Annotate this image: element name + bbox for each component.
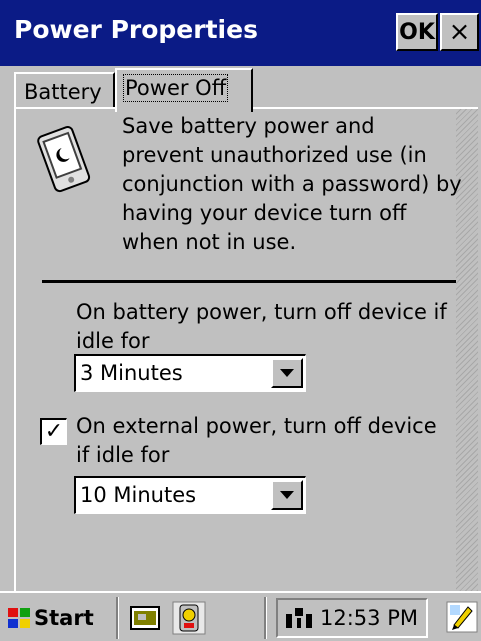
pen-input-icon[interactable] xyxy=(446,601,478,633)
power-off-description: Save battery power and prevent unauthori… xyxy=(122,114,462,254)
chevron-down-icon[interactable] xyxy=(271,480,303,510)
clock[interactable]: 12:53 PM xyxy=(320,606,418,630)
external-idle-select[interactable]: 10 Minutes xyxy=(74,476,306,514)
external-idle-label: On external power, turn off device if id… xyxy=(76,414,437,467)
start-label: Start xyxy=(34,606,94,630)
handheld-device-icon xyxy=(37,126,91,193)
tab-battery[interactable]: Battery xyxy=(14,72,115,108)
network-icon[interactable] xyxy=(284,606,314,630)
control-panel-icon[interactable] xyxy=(128,601,162,635)
chevron-down-icon[interactable] xyxy=(271,358,303,388)
start-button[interactable]: Start xyxy=(6,599,111,637)
window-title: Power Properties xyxy=(14,15,258,44)
title-bar: Power Properties OK × xyxy=(0,0,481,66)
divider xyxy=(42,280,456,283)
external-idle-value: 10 Minutes xyxy=(80,483,197,507)
battery-idle-value: 3 Minutes xyxy=(80,361,183,385)
tab-power-off[interactable]: Power Off xyxy=(115,68,253,112)
checkmark-icon: ✓ xyxy=(44,419,64,444)
battery-idle-label: On battery power, turn off device if idl… xyxy=(76,300,447,353)
system-tray: 12:53 PM xyxy=(276,598,428,638)
taskbar: Start 12:53 PM xyxy=(0,591,481,641)
power-properties-task-icon[interactable] xyxy=(172,601,206,635)
taskbar-separator xyxy=(116,597,119,639)
battery-idle-select[interactable]: 3 Minutes xyxy=(74,354,306,392)
tab-power-off-label: Power Off xyxy=(122,74,229,102)
external-power-checkbox[interactable]: ✓ xyxy=(40,418,67,445)
tab-battery-label: Battery xyxy=(24,80,102,104)
close-button[interactable]: × xyxy=(440,13,479,51)
taskbar-separator xyxy=(264,597,267,639)
ok-button[interactable]: OK xyxy=(396,13,438,51)
windows-flag-icon xyxy=(8,608,30,628)
power-properties-screen: Power Properties OK × Battery Power Off … xyxy=(0,0,481,641)
